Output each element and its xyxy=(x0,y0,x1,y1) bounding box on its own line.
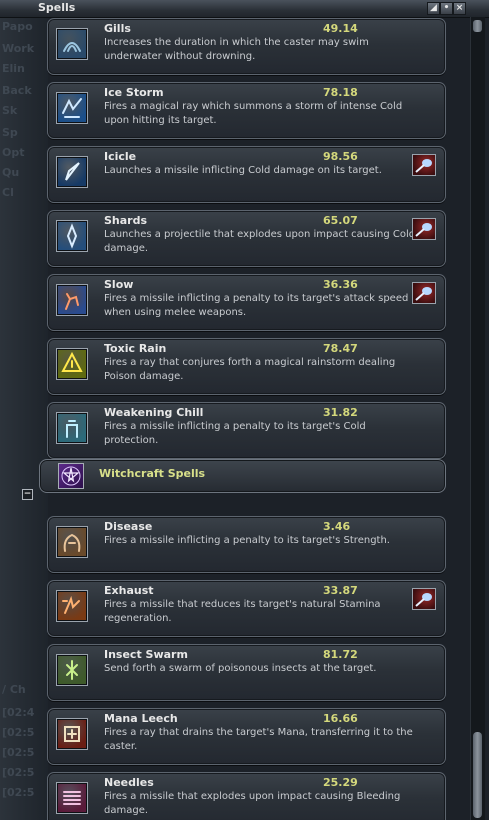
title-bar[interactable]: Spells ◢ • × xyxy=(0,0,489,18)
spell-name: Toxic Rain xyxy=(104,342,167,355)
spell-list[interactable]: Gills 49.14 Increases the duration in whic… xyxy=(0,17,468,820)
spell-card[interactable]: Needles 25.29 Fires a missile that explode… xyxy=(47,772,446,820)
spell-card[interactable]: Shards 65.07 Launches a projectile that ex… xyxy=(47,210,446,267)
pentagram-icon xyxy=(58,463,84,489)
category-title: Witchcraft Spells xyxy=(99,467,206,480)
toxic-rain-icon xyxy=(56,348,88,380)
spell-name: Ice Storm xyxy=(104,86,164,99)
spell-card[interactable]: Slow 36.36 Fires a missile inflicting a pe… xyxy=(47,274,446,331)
spell-name: Gills xyxy=(104,22,131,35)
category-header-witchcraft[interactable]: Witchcraft Spells xyxy=(39,459,446,493)
missile-type-icon xyxy=(412,154,436,176)
spell-description: Send forth a swarm of poisonous insects … xyxy=(104,663,377,674)
pin-icon[interactable]: ◢ xyxy=(427,2,440,15)
mana-leech-icon xyxy=(56,718,88,750)
window-title: Spells xyxy=(38,1,76,14)
spell-description: Fires a missile inflicting a penalty to … xyxy=(104,535,390,546)
insect-swarm-icon xyxy=(56,654,88,686)
slow-icon xyxy=(56,284,88,316)
spell-skill-value: 78.18 xyxy=(323,86,358,99)
spell-card[interactable]: Gills 49.14 Increases the duration in whic… xyxy=(47,18,446,75)
spell-skill-value: 16.66 xyxy=(323,712,358,725)
spell-card[interactable]: Disease 3.46 Fires a missile inflicting a … xyxy=(47,516,446,573)
weakening-chill-icon xyxy=(56,412,88,444)
needles-icon xyxy=(56,782,88,814)
scroll-thumb[interactable] xyxy=(473,732,482,818)
spell-skill-value: 3.46 xyxy=(323,520,351,533)
shards-icon xyxy=(56,220,88,252)
scroll-up-cap[interactable] xyxy=(473,20,482,32)
spell-skill-value: 49.14 xyxy=(323,22,358,35)
spell-description: Fires a missile inflicting a penalty to … xyxy=(104,421,366,446)
spell-name: Mana Leech xyxy=(104,712,178,725)
spell-skill-value: 98.56 xyxy=(323,150,358,163)
spell-description: Launches a missile inflicting Cold damag… xyxy=(104,165,382,176)
scrollbar[interactable] xyxy=(470,17,485,820)
spell-skill-value: 81.72 xyxy=(323,648,358,661)
spell-name: Exhaust xyxy=(104,584,154,597)
spell-card[interactable]: Weakening Chill 31.82 Fires a missile infl… xyxy=(47,402,446,459)
close-icon[interactable]: × xyxy=(453,2,466,15)
spell-description: Fires a ray that conjures forth a magica… xyxy=(104,357,396,382)
spell-skill-value: 25.29 xyxy=(323,776,358,789)
spell-name: Needles xyxy=(104,776,154,789)
spell-name: Icicle xyxy=(104,150,137,163)
collapse-category-button[interactable]: − xyxy=(22,489,33,500)
spell-description: Fires a missile that explodes upon impac… xyxy=(104,791,401,816)
spell-name: Insect Swarm xyxy=(104,648,188,661)
spell-name: Weakening Chill xyxy=(104,406,204,419)
minimize-icon[interactable]: • xyxy=(440,2,453,15)
spell-card[interactable]: Mana Leech 16.66 Fires a ray that drains t… xyxy=(47,708,446,765)
spell-description: Increases the duration in which the cast… xyxy=(104,37,369,62)
missile-type-icon xyxy=(412,218,436,240)
gills-icon xyxy=(56,28,88,60)
spell-card[interactable]: Insect Swarm 81.72 Send forth a swarm of p… xyxy=(47,644,446,701)
spell-name: Disease xyxy=(104,520,153,533)
spell-description: Fires a missile inflicting a penalty to … xyxy=(104,293,409,318)
spell-name: Slow xyxy=(104,278,134,291)
spell-name: Shards xyxy=(104,214,148,227)
spell-skill-value: 31.82 xyxy=(323,406,358,419)
icicle-icon xyxy=(56,156,88,188)
spell-skill-value: 36.36 xyxy=(323,278,358,291)
spell-card[interactable]: Toxic Rain 78.47 Fires a ray that conjures… xyxy=(47,338,446,395)
spell-card[interactable]: Exhaust 33.87 Fires a missile that reduces… xyxy=(47,580,446,637)
ice-storm-icon xyxy=(56,92,88,124)
spell-description: Fires a missile that reduces its target'… xyxy=(104,599,381,624)
spell-description: Fires a ray that drains the target's Man… xyxy=(104,727,413,752)
missile-type-icon xyxy=(412,282,436,304)
missile-type-icon xyxy=(412,588,436,610)
spell-card[interactable]: Ice Storm 78.18 Fires a magical ray which … xyxy=(47,82,446,139)
spell-description: Fires a magical ray which summons a stor… xyxy=(104,101,403,126)
disease-icon xyxy=(56,526,88,558)
spell-skill-value: 33.87 xyxy=(323,584,358,597)
spell-card[interactable]: Icicle 98.56 Launches a missile inflicting… xyxy=(47,146,446,203)
exhaust-icon xyxy=(56,590,88,622)
spell-description: Launches a projectile that explodes upon… xyxy=(104,229,416,254)
spell-skill-value: 65.07 xyxy=(323,214,358,227)
spell-skill-value: 78.47 xyxy=(323,342,358,355)
